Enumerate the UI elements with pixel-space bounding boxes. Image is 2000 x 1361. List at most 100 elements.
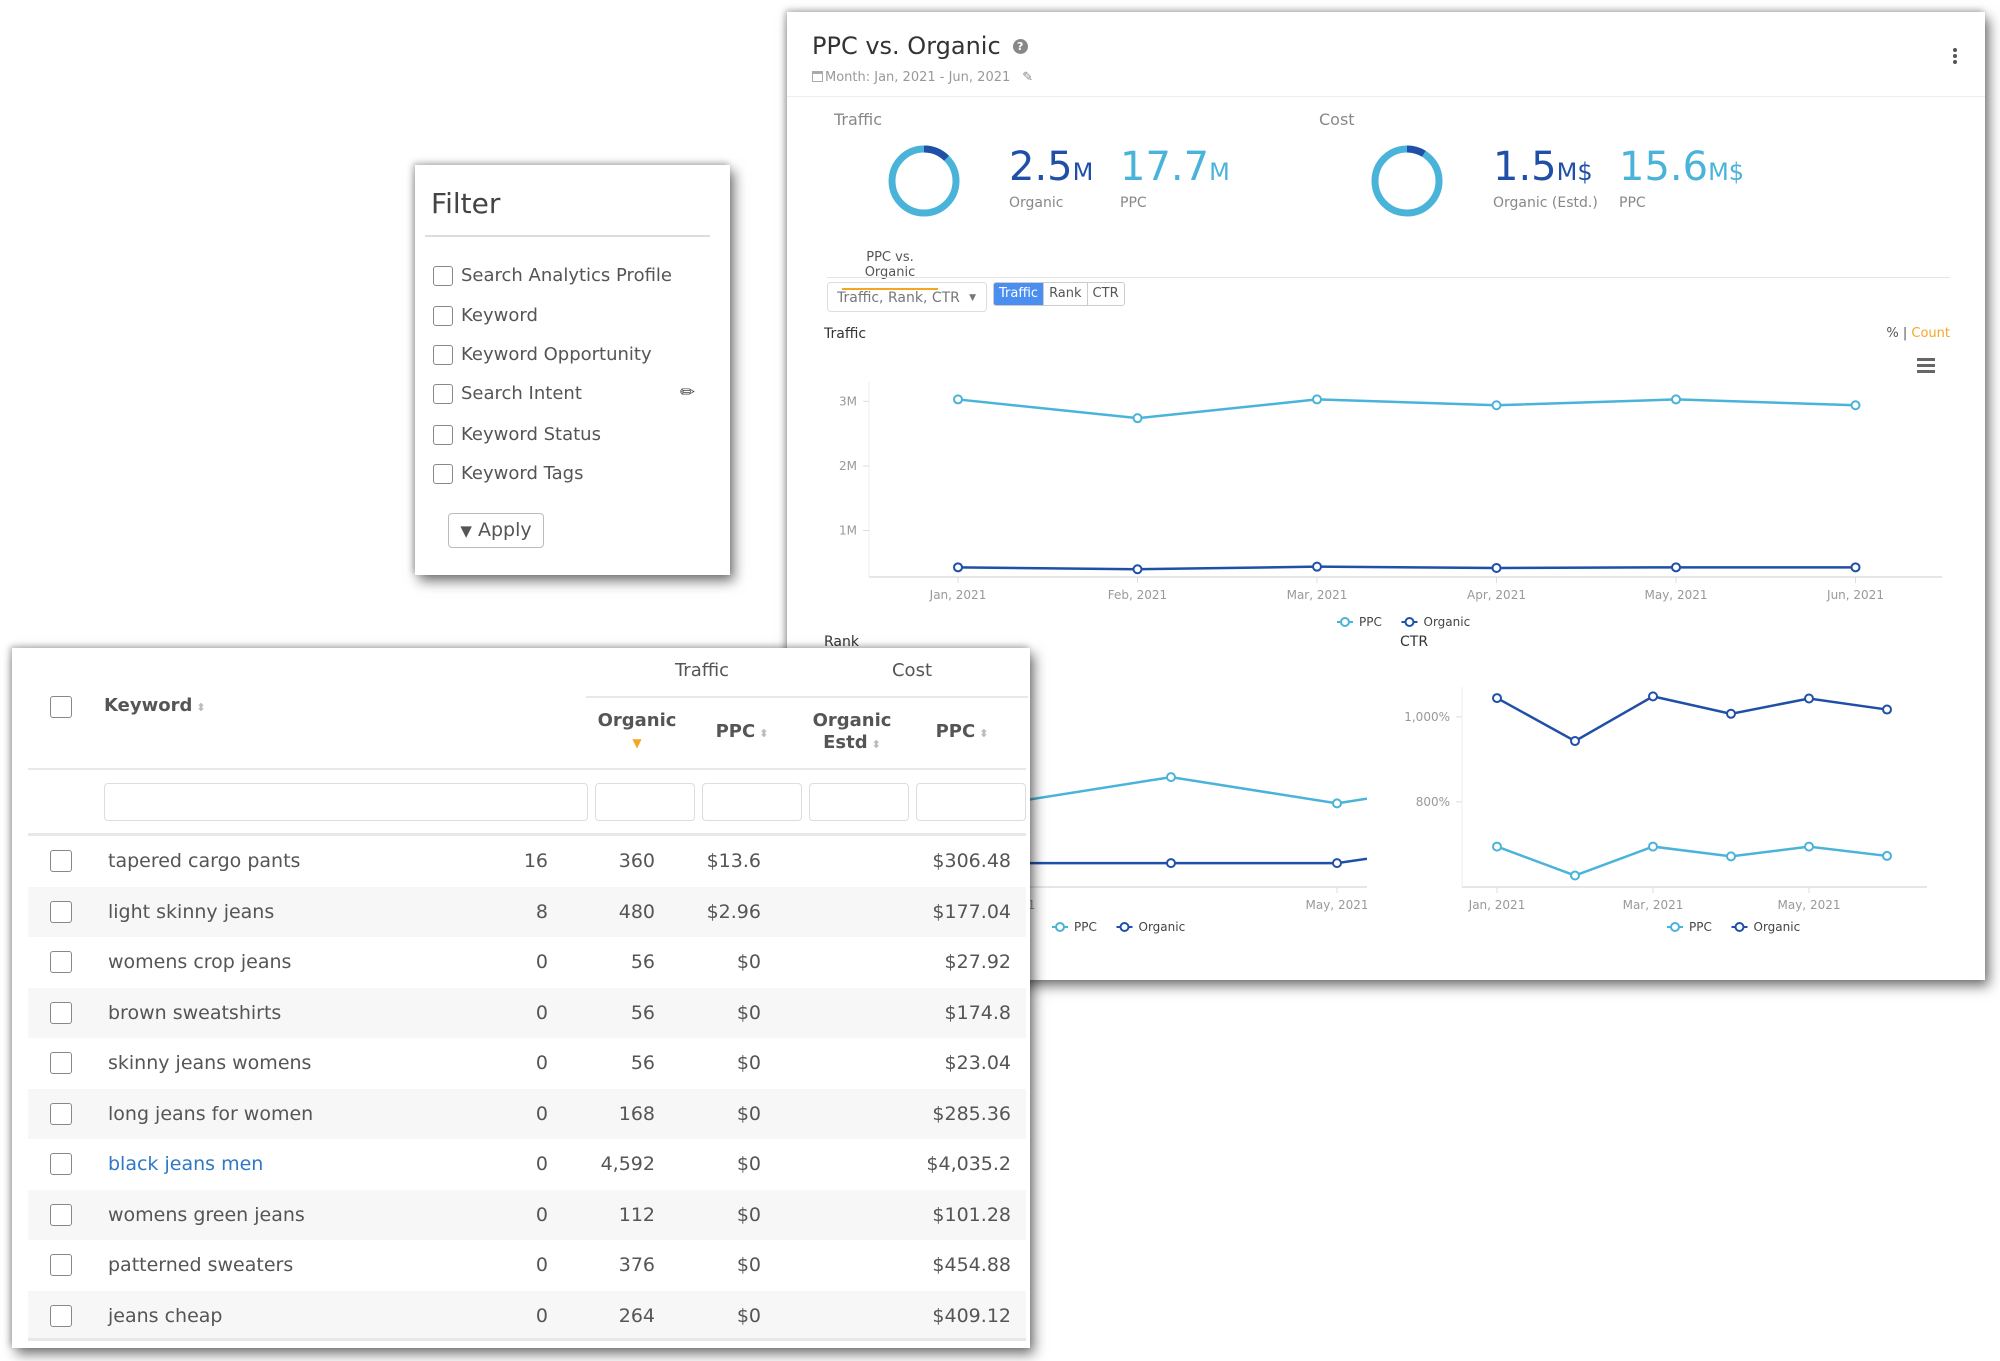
checkbox[interactable] (433, 344, 453, 365)
y-tick-label: 3M (839, 394, 857, 408)
row-checkbox[interactable] (50, 1102, 72, 1125)
row-checkbox[interactable] (50, 1304, 72, 1327)
metric-select-value: Traffic, Rank, CTR (837, 290, 960, 306)
data-point-organic (1648, 691, 1658, 702)
segment-ctr[interactable]: CTR (1086, 283, 1124, 305)
legend-label-organic: Organic (1424, 615, 1471, 629)
data-point-organic (1804, 693, 1814, 704)
checkbox[interactable] (433, 463, 453, 484)
y-tick-label: 800% (1416, 795, 1450, 809)
table-row: skinny jeans womens 0 56 $0 $23.04 (28, 1038, 1026, 1088)
cost-organic-cell: $0 (736, 1304, 761, 1327)
row-checkbox[interactable] (50, 1203, 72, 1226)
keyword-cell: light skinny jeans (108, 900, 275, 923)
data-point-organic (1312, 561, 1322, 572)
group-header-traffic: Traffic (674, 660, 730, 681)
filter-option-keyword-opportunity[interactable]: Keyword Opportunity (433, 344, 652, 365)
legend-label-ppc: PPC (1359, 615, 1382, 629)
filter-option-keyword[interactable]: Keyword (433, 305, 538, 326)
checkbox[interactable] (433, 424, 453, 445)
keyword-cell: womens crop jeans (108, 951, 292, 973)
checkbox[interactable] (433, 305, 453, 326)
row-checkbox[interactable] (50, 850, 72, 872)
traffic-ppc-filter-input[interactable] (702, 783, 802, 821)
help-icon[interactable]: ? (1012, 39, 1028, 54)
row-checkbox[interactable] (50, 1153, 72, 1175)
segment-rank[interactable]: Rank (1043, 283, 1086, 305)
keyword-cell: womens green jeans (108, 1203, 305, 1226)
group-header-cost: Cost (891, 660, 933, 681)
traffic-organic-cell: 0 (535, 1304, 548, 1327)
group-header-divider (586, 696, 1028, 698)
data-point-ppc (1491, 400, 1502, 411)
x-tick-label: Mar, 2021 (1287, 588, 1348, 602)
funnel-icon: ▼ (460, 522, 472, 540)
tab-divider (827, 277, 1950, 278)
filter-option-keyword-status[interactable]: Keyword Status (433, 424, 601, 445)
traffic-ppc-cell: 168 (618, 1102, 655, 1125)
traffic-ppc-cell: 376 (618, 1254, 655, 1276)
legend-label-organic: Organic (1754, 920, 1801, 934)
cost-ppc-cell: $174.8 (944, 1001, 1011, 1024)
row-checkbox[interactable] (50, 900, 72, 923)
metric-select[interactable]: Traffic, Rank, CTR ▼ (827, 282, 987, 312)
data-point-organic (1166, 858, 1176, 869)
cost-donut (1371, 145, 1443, 217)
cost-ppc-filter-input[interactable] (916, 783, 1026, 821)
keyword-filter-input[interactable] (104, 783, 588, 821)
data-point-ppc (953, 394, 963, 405)
column-header-traffic-organic[interactable]: Organic ▼ (592, 710, 682, 754)
table-bottom-divider (28, 1338, 1026, 1341)
cost-ppc-cell: $23.04 (944, 1052, 1011, 1074)
date-range: Month: Jan, 2021 - Jun, 2021 ✎ (812, 70, 1033, 85)
column-header-cost-organic-estd[interactable]: Organic Estd ⬍ (802, 710, 902, 756)
filter-option-search-analytics-profile[interactable]: Search Analytics Profile (433, 265, 672, 286)
table-row: black jeans men 0 4,592 $0 $4,035.2 (28, 1139, 1026, 1189)
data-point-ppc (1492, 841, 1502, 852)
data-point-organic (1726, 708, 1736, 719)
count-toggle[interactable]: Count (1911, 326, 1950, 341)
filter-option-search-intent[interactable]: Search Intent (433, 383, 582, 404)
traffic-organic-filter-input[interactable] (595, 783, 695, 821)
checkbox[interactable] (433, 265, 453, 286)
checkbox[interactable] (433, 383, 453, 404)
table-row: tapered cargo pants 16 360 $13.6 $306.48 (28, 836, 1026, 886)
y-tick-label: 1M (839, 524, 857, 538)
sort-icon: ⬍ (871, 738, 881, 751)
column-header-keyword[interactable]: Keyword ⬍ (104, 695, 206, 719)
edit-date-icon[interactable]: ✎ (1022, 70, 1033, 85)
keyword-cell[interactable]: black jeans men (108, 1153, 263, 1175)
data-point-ppc (1312, 394, 1322, 405)
row-checkbox[interactable] (50, 1001, 72, 1024)
filter-option-keyword-tags[interactable]: Keyword Tags (433, 463, 583, 484)
row-checkbox[interactable] (50, 1052, 72, 1074)
edit-search-intent-icon[interactable]: ✏ (680, 382, 695, 403)
data-point-ppc (1332, 798, 1342, 809)
data-point-organic (1332, 858, 1342, 869)
widget-header: PPC vs. Organic? Month: Jan, 2021 - Jun,… (787, 12, 1985, 97)
select-all-checkbox[interactable] (50, 696, 72, 718)
data-point-organic (953, 562, 963, 573)
widget-title: PPC vs. Organic? (812, 32, 1028, 60)
keyword-cell: patterned sweaters (108, 1254, 294, 1276)
cost-organic-filter-input[interactable] (809, 783, 909, 821)
traffic-organic-cell: 0 (535, 1102, 548, 1125)
x-tick-label: Feb, 2021 (1108, 588, 1167, 602)
cost-kpi-label: Cost (1319, 110, 1355, 129)
column-header-traffic-ppc[interactable]: PPC ⬍ (702, 721, 782, 745)
segment-traffic[interactable]: Traffic (994, 283, 1044, 305)
date-range-text: Month: Jan, 2021 - Jun, 2021 (825, 70, 1011, 85)
traffic-ppc-cell: 56 (630, 1052, 655, 1074)
keyword-cell: long jeans for women (108, 1102, 314, 1125)
pct-toggle[interactable]: % (1886, 326, 1898, 341)
more-options-icon[interactable] (1953, 48, 1957, 66)
series-line-ppc (1496, 845, 1888, 877)
column-header-cost-ppc[interactable]: PPC ⬍ (917, 721, 1007, 745)
row-checkbox[interactable] (50, 951, 72, 973)
filter-divider (425, 235, 710, 237)
row-checkbox[interactable] (50, 1254, 72, 1276)
apply-filter-button[interactable]: ▼ Apply (448, 513, 544, 548)
traffic-organic-cell: 8 (535, 900, 548, 923)
cost-organic-cell: $0 (736, 1153, 761, 1175)
data-point-ppc (1850, 400, 1861, 411)
